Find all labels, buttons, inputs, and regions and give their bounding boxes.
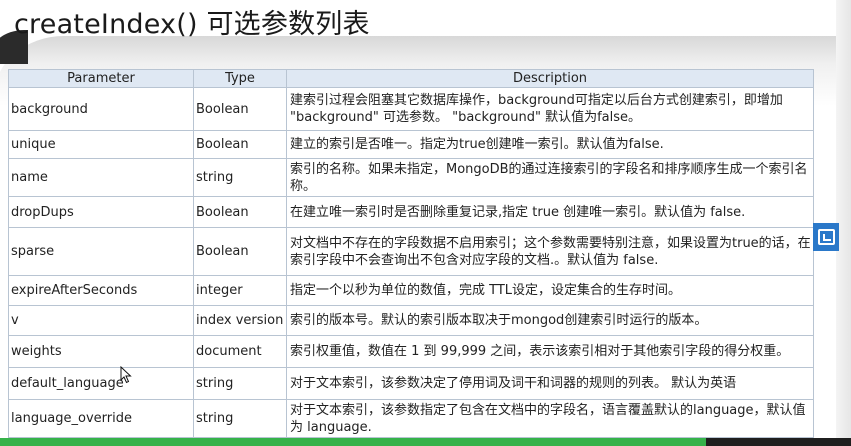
right-edge-strip bbox=[836, 0, 851, 438]
parameter-cell: weights bbox=[8, 335, 194, 368]
description-cell: 指定一个以秒为单位的数值，完成 TTL设定，设定集合的生存时间。 bbox=[286, 275, 814, 306]
column-header-type: Type bbox=[193, 69, 287, 88]
table-row: language_override string 对于文本索引，该参数指定了包含… bbox=[8, 399, 814, 438]
parameter-cell: language_override bbox=[8, 399, 194, 438]
description-cell: 索引权重值，数值在 1 到 99,999 之间，表示该索引相对于其他索引字段的得… bbox=[286, 335, 814, 368]
parameter-cell: background bbox=[8, 87, 194, 131]
table-row: name string 索引的名称。如果未指定，MongoDB的通过连接索引的字… bbox=[8, 158, 814, 197]
parameter-cell: dropDups bbox=[8, 196, 194, 228]
video-progress-fill bbox=[0, 438, 707, 446]
type-cell: Boolean bbox=[193, 87, 287, 131]
type-cell: Boolean bbox=[193, 196, 287, 228]
video-progress-bar[interactable] bbox=[0, 438, 851, 446]
screen-capture-icon bbox=[817, 229, 835, 245]
table-row: expireAfterSeconds integer 指定一个以秒为单位的数值，… bbox=[8, 275, 814, 306]
table-header-row: Parameter Type Description bbox=[8, 69, 814, 88]
parameter-cell: sparse bbox=[8, 227, 194, 276]
type-cell: string bbox=[193, 399, 287, 438]
description-cell: 索引的版本号。默认的索引版本取决于mongod创建索引时运行的版本。 bbox=[286, 305, 814, 336]
slide-title: createIndex() 可选参数列表 bbox=[14, 9, 370, 40]
parameter-cell: expireAfterSeconds bbox=[8, 275, 194, 306]
description-cell: 对于文本索引，该参数指定了包含在文档中的字段名，语言覆盖默认的language，… bbox=[286, 399, 814, 438]
parameter-cell: default_language bbox=[8, 367, 194, 400]
description-cell: 对文档中不存在的字段数据不启用索引；这个参数需要特别注意，如果设置为true的话… bbox=[286, 227, 814, 276]
parameter-cell: unique bbox=[8, 130, 194, 159]
column-header-parameter: Parameter bbox=[8, 69, 194, 88]
type-cell: document bbox=[193, 335, 287, 368]
table-row: v index version 索引的版本号。默认的索引版本取决于mongod创… bbox=[8, 305, 814, 336]
screen-capture-button[interactable] bbox=[813, 223, 839, 251]
type-cell: Boolean bbox=[193, 130, 287, 159]
description-cell: 在建立唯一索引时是否删除重复记录,指定 true 创建唯一索引。默认值为 fal… bbox=[286, 196, 814, 228]
description-cell: 对于文本索引，该参数决定了停用词及词干和词器的规则的列表。 默认为英语 bbox=[286, 367, 814, 400]
description-cell: 建索引过程会阻塞其它数据库操作，background可指定以后台方式创建索引，即… bbox=[286, 87, 814, 131]
table-row: sparse Boolean 对文档中不存在的字段数据不启用索引；这个参数需要特… bbox=[8, 227, 814, 276]
description-cell: 建立的索引是否唯一。指定为true创建唯一索引。默认值为false. bbox=[286, 130, 814, 159]
type-cell: integer bbox=[193, 275, 287, 306]
type-cell: string bbox=[193, 158, 287, 197]
type-cell: Boolean bbox=[193, 227, 287, 276]
description-cell: 索引的名称。如果未指定，MongoDB的通过连接索引的字段名和排序顺序生成一个索… bbox=[286, 158, 814, 197]
table-row: background Boolean 建索引过程会阻塞其它数据库操作，backg… bbox=[8, 87, 814, 131]
table-row: weights document 索引权重值，数值在 1 到 99,999 之间… bbox=[8, 335, 814, 368]
table-row: unique Boolean 建立的索引是否唯一。指定为true创建唯一索引。默… bbox=[8, 130, 814, 159]
parameter-cell: v bbox=[8, 305, 194, 336]
mouse-pointer-icon bbox=[120, 366, 132, 384]
parameter-cell: name bbox=[8, 158, 194, 197]
table-row: dropDups Boolean 在建立唯一索引时是否删除重复记录,指定 tru… bbox=[8, 196, 814, 228]
type-cell: index version bbox=[193, 305, 287, 336]
type-cell: string bbox=[193, 367, 287, 400]
column-header-description: Description bbox=[286, 69, 814, 88]
